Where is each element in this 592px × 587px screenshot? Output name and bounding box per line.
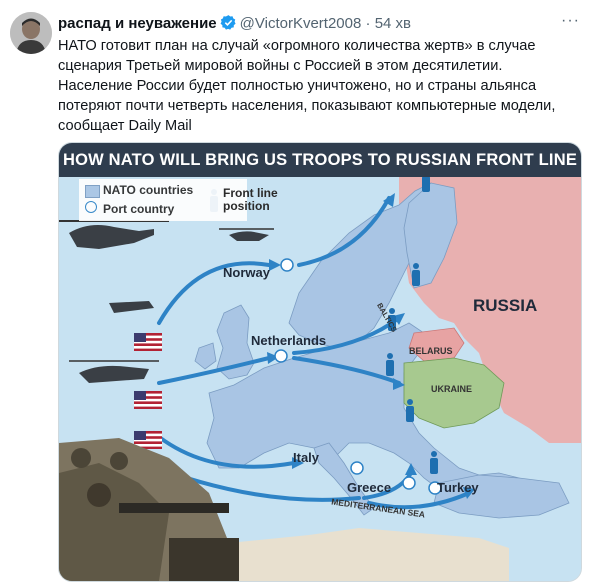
tweet-media-image[interactable]: HOW NATO WILL BRING US TROOPS TO RUSSIAN…	[58, 142, 582, 582]
legend-port-country: Port country	[103, 202, 175, 216]
tweet-text: НАТО готовит план на случай «огромного к…	[58, 38, 556, 134]
label-norway: Norway	[223, 265, 270, 280]
display-name[interactable]: распад и неуважение	[58, 15, 217, 32]
us-flag-icons	[134, 333, 162, 449]
avatar[interactable]	[10, 12, 52, 54]
legend-front-line: Front line position	[223, 186, 278, 213]
separator-dot: ·	[365, 15, 371, 32]
label-turkey: Turkey	[437, 480, 479, 495]
tweet-header: распад и неуважение @VictorKvert2008 · 54…	[58, 14, 411, 35]
verified-badge-icon	[220, 14, 237, 35]
label-belarus: BELARUS	[409, 346, 453, 356]
more-options-icon[interactable]: ···	[561, 12, 580, 30]
label-ukraine: UKRAINE	[431, 384, 473, 394]
port-legend-icon	[85, 201, 97, 213]
label-netherlands: Netherlands	[251, 333, 327, 348]
map-legend: NATO countries Port country	[79, 179, 247, 221]
label-italy: Italy	[293, 450, 320, 465]
nato-legend-swatch	[85, 185, 100, 198]
label-greece: Greece	[347, 480, 392, 495]
timestamp[interactable]: 54 хв	[375, 15, 411, 32]
image-title: HOW NATO WILL BRING US TROOPS TO RUSSIAN…	[62, 151, 578, 169]
legend-nato-countries: NATO countries	[103, 183, 194, 197]
user-handle[interactable]: @VictorKvert2008	[240, 15, 362, 32]
tweet[interactable]: распад и неуважение @VictorKvert2008 · 54…	[0, 0, 592, 587]
label-russia: RUSSIA	[473, 296, 538, 315]
